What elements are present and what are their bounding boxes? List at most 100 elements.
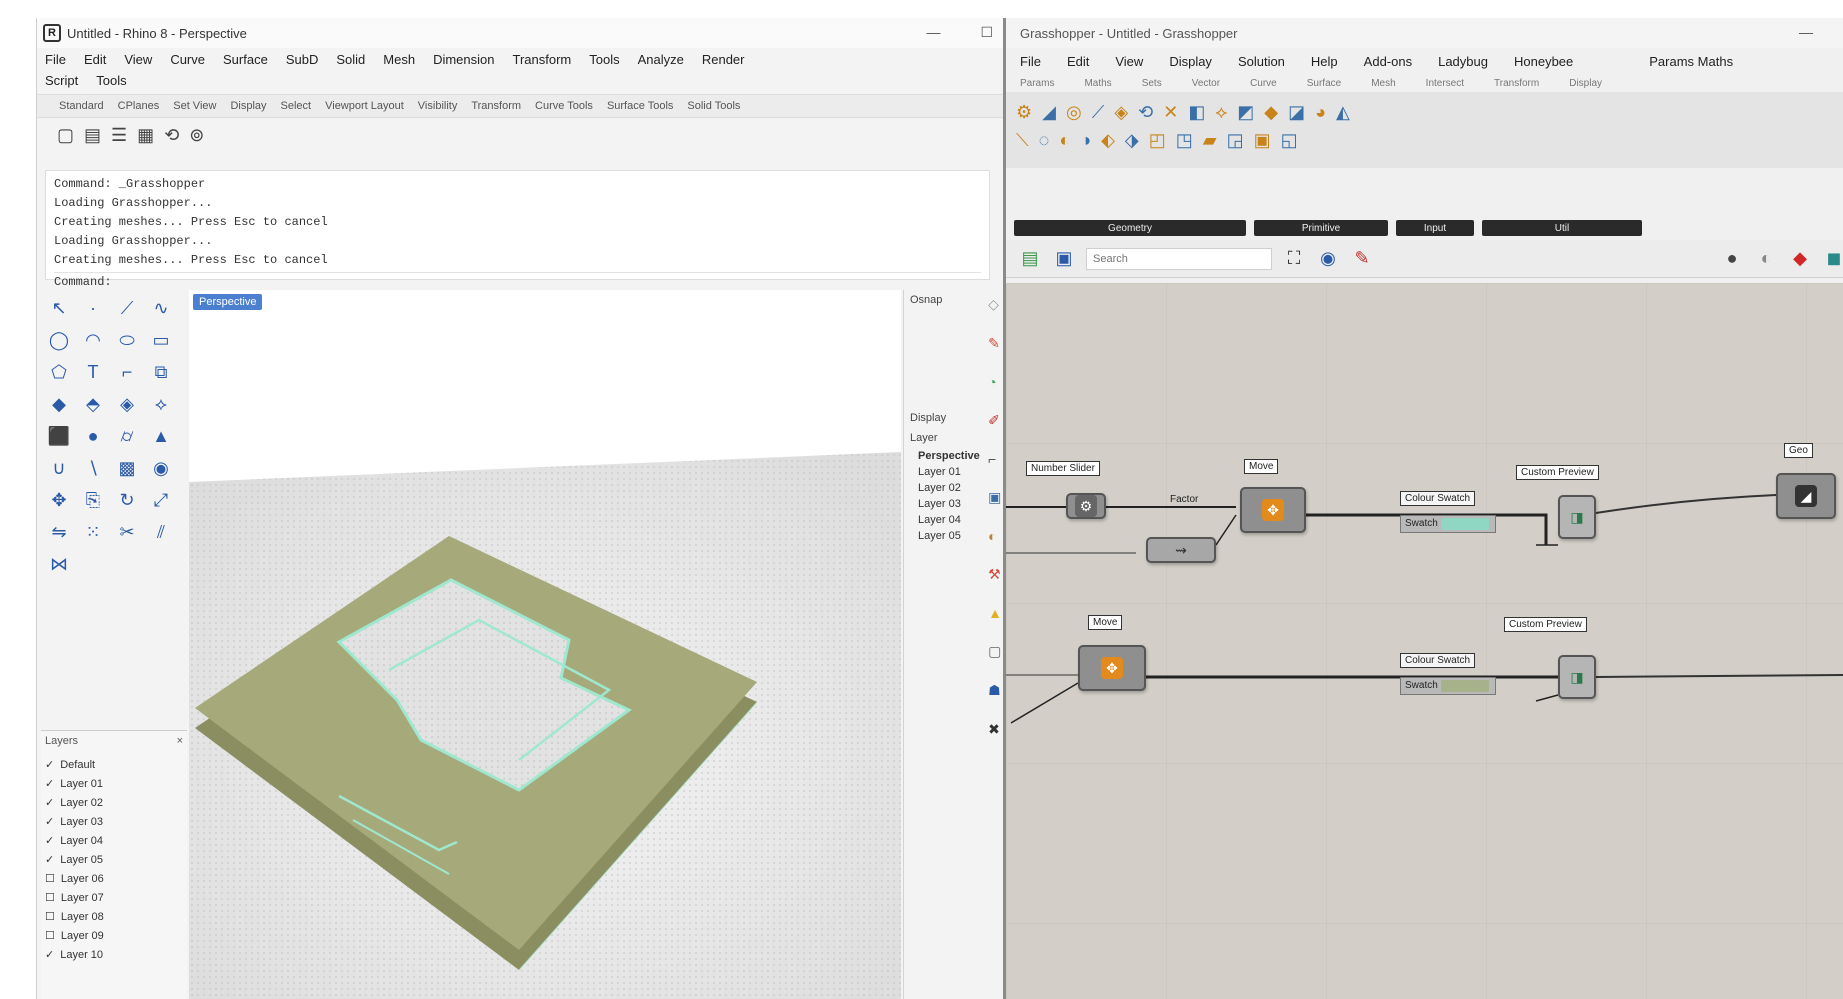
gh-group-geometry[interactable]: Geometry [1014,220,1246,236]
curve-icon[interactable]: ∿ [147,294,175,322]
layer-row[interactable]: ✓ Layer 01 [45,774,183,793]
trim-icon[interactable]: ✂ [113,518,141,546]
user-icon[interactable]: ☗ [988,682,1002,699]
sphere-icon[interactable]: ● [79,422,107,450]
zoom-icon[interactable]: ⊚ [189,125,204,146]
select-arrow-icon[interactable]: ↖ [45,294,73,322]
gh-component-icon[interactable]: ✕ [1163,102,1178,123]
gh-component-custom-preview-bottom[interactable]: ◨ [1558,655,1596,699]
tab-cplanes[interactable]: CPlanes [118,100,160,112]
layer-row[interactable]: ☐ Layer 07 [45,888,183,907]
checkmark-icon[interactable]: ✓ [45,853,54,866]
grid-icon[interactable]: ▦ [137,125,154,146]
gh-component-icon[interactable]: ◲ [1227,130,1244,151]
gh-component-icon[interactable]: ◳ [1176,130,1193,151]
gh-component-point[interactable]: ⚙ [1066,493,1106,519]
mesh-icon[interactable]: ▩ [113,454,141,482]
checkbox-icon[interactable]: ☐ [45,872,55,885]
gh-menu-edit[interactable]: Edit [1067,54,1089,69]
pin-icon[interactable]: ◇ [988,296,1002,313]
loft-icon[interactable]: ◈ [113,390,141,418]
tab-viewport-layout[interactable]: Viewport Layout [325,100,404,112]
boolean-diff-icon[interactable]: ∖ [79,454,107,482]
gh-tab-params[interactable]: Params [1020,78,1054,89]
checkmark-icon[interactable]: ✓ [45,758,54,771]
gh-menu-view[interactable]: View [1115,54,1143,69]
mirror-icon[interactable]: ⇋ [45,518,73,546]
command-prompt[interactable]: Command: [54,272,981,292]
gh-tab-curve[interactable]: Curve [1250,78,1277,89]
gh-component-icon[interactable]: ◌ [1039,130,1050,151]
tab-set-view[interactable]: Set View [173,100,216,112]
gh-component-geo[interactable]: ◢ [1776,473,1836,519]
layer-row[interactable]: ✓ Layer 02 [45,793,183,812]
tab-curve-tools[interactable]: Curve Tools [535,100,593,112]
maximize-icon[interactable]: ☐ [980,24,993,41]
checkbox-icon[interactable]: ☐ [45,910,55,923]
split-icon[interactable]: ⫽ [147,518,175,546]
gh-menu-solution[interactable]: Solution [1238,54,1285,69]
cone-icon[interactable]: ▲ [147,422,175,450]
gh-component-icon[interactable]: ⟲ [1138,102,1153,123]
menu-dimension[interactable]: Dimension [433,52,494,67]
pen-icon[interactable]: ✐ [988,412,1002,429]
array-icon[interactable]: ⁙ [79,518,107,546]
zoom-extents-icon[interactable]: ⛶ [1282,247,1306,271]
gh-canvas[interactable]: Number Slider ⚙ Factor ⇝ Move ✥ Colour S… [1006,283,1843,999]
menu-edit[interactable]: Edit [84,52,106,67]
subd-icon[interactable]: ◉ [147,454,175,482]
gh-group-primitive[interactable]: Primitive [1254,220,1388,236]
menu-subd[interactable]: SubD [286,52,319,67]
warning-icon[interactable]: ▲ [988,605,1002,621]
menu-curve[interactable]: Curve [170,52,205,67]
perspective-viewport[interactable]: Perspective [189,290,901,999]
menu-script[interactable]: Script [45,73,78,88]
frame-icon[interactable]: ▢ [988,643,1002,660]
text-icon[interactable]: T [79,358,107,386]
gh-component-icon[interactable]: ◑ [1080,130,1091,151]
gh-component-icon[interactable]: ◢ [1042,102,1056,123]
gh-tab-maths[interactable]: Maths [1084,78,1111,89]
minimize-icon[interactable]: — [1799,24,1813,40]
tab-transform[interactable]: Transform [471,100,521,112]
cylinder-icon[interactable]: ⌭ [113,422,141,450]
save-icon[interactable]: ▣ [1052,247,1076,271]
gh-extra-icon[interactable]: ◼ [1822,247,1843,271]
save-icon[interactable]: ▣ [988,489,1002,506]
gh-component-move-top[interactable]: ✥ [1240,487,1306,533]
rotate-view-icon[interactable]: ⟲ [164,125,179,146]
gh-component-icon[interactable]: ◈ [1114,102,1128,123]
tab-visibility[interactable]: Visibility [418,100,458,112]
menu-mesh[interactable]: Mesh [383,52,415,67]
circle-icon[interactable]: ◯ [45,326,73,354]
gh-tab-surface[interactable]: Surface [1307,78,1341,89]
gh-tab-transform[interactable]: Transform [1494,78,1539,89]
layer-row[interactable]: ✓ Layer 10 [45,945,183,964]
gh-component-icon[interactable]: ◆ [1264,102,1278,123]
tab-select[interactable]: Select [281,100,312,112]
layer-row[interactable]: ✓ Layer 04 [45,831,183,850]
preview-eye-icon[interactable]: ◉ [1316,247,1340,271]
checkmark-icon[interactable]: ✓ [45,834,54,847]
gh-component-icon[interactable]: ▰ [1203,130,1217,151]
checkbox-icon[interactable]: ☐ [45,929,55,942]
layer-row[interactable]: ✓ Default [45,755,183,774]
display-mode-icon[interactable]: ● [1720,247,1744,271]
list-icon[interactable]: ☰ [111,125,127,146]
rotate-icon[interactable]: ↻ [113,486,141,514]
gh-colour-swatch-top[interactable]: Swatch [1400,515,1496,533]
join-icon[interactable]: ⋈ [45,550,73,578]
minimize-icon[interactable]: — [926,24,940,41]
gh-component-icon[interactable]: ◕ [1315,102,1326,123]
gh-component-icon[interactable]: ⟡ [1215,102,1227,123]
layer-row[interactable]: ✓ Layer 05 [45,850,183,869]
gh-tab-intersect[interactable]: Intersect [1426,78,1464,89]
gh-menu-display[interactable]: Display [1169,54,1212,69]
close-icon[interactable]: × [177,735,183,755]
gh-search-input[interactable] [1086,247,1272,270]
tab-solid-tools[interactable]: Solid Tools [687,100,740,112]
ruler-icon[interactable]: ⌐ [988,451,1002,467]
gh-component-icon[interactable]: ⟍ [1016,130,1029,151]
gh-component-icon[interactable]: ▣ [1254,130,1271,151]
gh-component-icon[interactable]: ◩ [1237,102,1254,123]
